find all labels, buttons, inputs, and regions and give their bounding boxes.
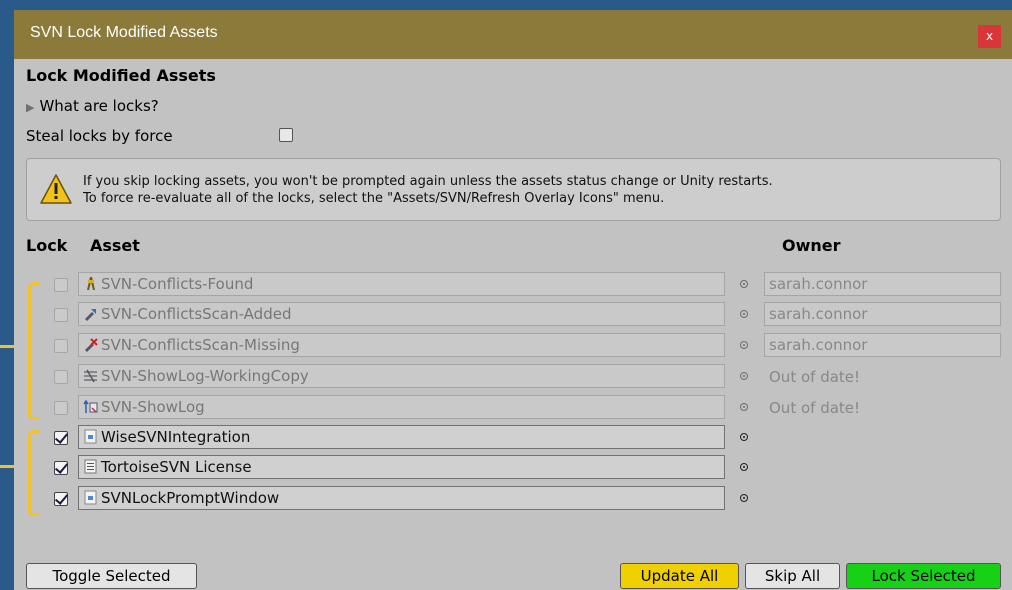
log-icon — [84, 369, 97, 383]
triangle-right-icon: ▶ — [26, 101, 35, 114]
added-icon — [85, 309, 96, 321]
help-line-2: To force re-evaluate all of the locks, s… — [83, 191, 665, 206]
asset-name: SVN-ConflictsScan-Added — [101, 305, 292, 323]
column-header-owner: Owner — [782, 236, 841, 255]
help-line-1: If you skip locking assets, you won't be… — [83, 174, 773, 189]
foldout-what-are-locks[interactable]: ▶ What are locks? — [26, 97, 159, 115]
update-all-button[interactable]: Update All — [620, 563, 739, 589]
ping-target-icon[interactable] — [740, 433, 748, 441]
ping-target-icon[interactable] — [740, 372, 748, 380]
column-header-asset: Asset — [90, 236, 140, 255]
title-bar[interactable]: SVN Lock Modified Assets x — [14, 10, 1012, 59]
ping-target-icon[interactable] — [740, 463, 748, 471]
showlog-icon — [83, 399, 98, 413]
toggle-selected-button[interactable]: Toggle Selected — [26, 563, 197, 589]
asset-name: WiseSVNIntegration — [101, 428, 251, 446]
owner-status-text: Out of date! — [769, 368, 861, 386]
help-box: If you skip locking assets, you won't be… — [26, 158, 1001, 221]
steal-locks-checkbox[interactable] — [279, 128, 293, 142]
text-file-icon — [84, 459, 97, 474]
foldout-label: What are locks? — [39, 97, 159, 115]
page-heading: Lock Modified Assets — [26, 66, 216, 85]
asset-field[interactable]: SVN-ShowLog — [78, 395, 725, 419]
steal-locks-label: Steal locks by force — [26, 127, 173, 145]
asset-name: SVN-ShowLog-WorkingCopy — [101, 367, 309, 385]
dialog-window: SVN Lock Modified Assets x Lock Modified… — [14, 10, 1012, 590]
column-header-lock: Lock — [26, 236, 68, 255]
owner-field: sarah.connor — [764, 333, 1001, 357]
help-text: If you skip locking assets, you won't be… — [83, 173, 773, 207]
ping-target-icon[interactable] — [740, 310, 748, 318]
owner-status-text: Out of date! — [769, 399, 861, 417]
asset-field[interactable]: SVN-ShowLog-WorkingCopy — [78, 364, 725, 388]
lock-selected-button[interactable]: Lock Selected — [846, 563, 1001, 589]
asset-name: TortoiseSVN License — [101, 458, 252, 476]
ping-target-icon[interactable] — [740, 341, 748, 349]
asset-name: SVN-ShowLog — [101, 398, 205, 416]
skip-all-button[interactable]: Skip All — [745, 563, 840, 589]
asset-field[interactable]: SVNLockPromptWindow — [78, 486, 725, 510]
script-icon — [84, 429, 97, 444]
asset-field[interactable]: SVN-Conflicts-Found — [78, 272, 725, 296]
annotation-bracket-unlocked — [28, 282, 39, 420]
missing-icon — [85, 338, 98, 352]
lock-checkbox[interactable] — [54, 461, 68, 475]
close-button[interactable]: x — [978, 25, 1001, 48]
asset-name: SVN-Conflicts-Found — [101, 275, 254, 293]
owner-field: sarah.connor — [764, 272, 1001, 296]
annotation-bracket-locked — [28, 430, 39, 516]
window-title: SVN Lock Modified Assets — [30, 24, 218, 41]
script-icon — [84, 490, 97, 505]
lock-checkbox[interactable] — [54, 492, 68, 506]
ping-target-icon[interactable] — [740, 280, 748, 288]
ping-target-icon[interactable] — [740, 494, 748, 502]
conflict-icon — [87, 277, 95, 290]
asset-name: SVN-ConflictsScan-Missing — [101, 336, 300, 354]
lock-checkbox[interactable] — [54, 339, 68, 353]
lock-checkbox[interactable] — [54, 308, 68, 322]
asset-field[interactable]: WiseSVNIntegration — [78, 425, 725, 449]
warning-icon — [40, 174, 72, 204]
lock-checkbox[interactable] — [54, 431, 68, 445]
lock-checkbox[interactable] — [54, 370, 68, 384]
asset-field[interactable]: TortoiseSVN License — [78, 455, 725, 479]
lock-checkbox[interactable] — [54, 401, 68, 415]
ping-target-icon[interactable] — [740, 403, 748, 411]
lock-checkbox[interactable] — [54, 278, 68, 292]
asset-name: SVNLockPromptWindow — [101, 489, 280, 507]
asset-field[interactable]: SVN-ConflictsScan-Added — [78, 302, 725, 326]
asset-field[interactable]: SVN-ConflictsScan-Missing — [78, 333, 725, 357]
owner-field: sarah.connor — [764, 302, 1001, 326]
